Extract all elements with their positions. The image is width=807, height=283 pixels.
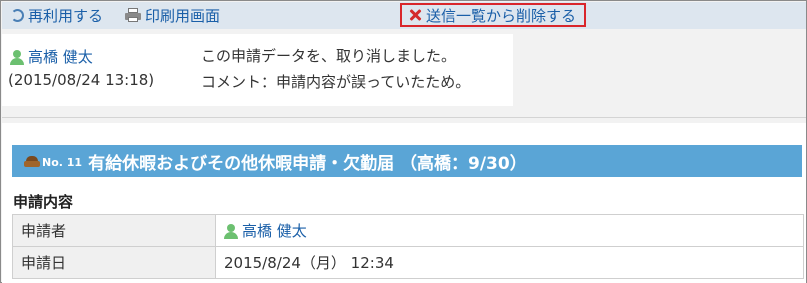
- table-row: 申請者 高橋 健太: [12, 214, 804, 247]
- application-date-value: 2015/8/24（月） 12:34: [215, 246, 804, 279]
- applicant-name: 高橋 健太: [242, 222, 307, 240]
- delete-from-sent-list-button[interactable]: 送信一覧から削除する: [400, 3, 587, 27]
- reuse-label: 再利用する: [28, 6, 104, 25]
- notice-user-name: 高橋 健太: [28, 48, 93, 66]
- applicant-value: 高橋 健太: [215, 214, 804, 247]
- delete-x-icon: [408, 8, 422, 22]
- print-view-button[interactable]: 印刷用画面: [125, 5, 220, 25]
- application-date-label: 申請日: [12, 246, 216, 279]
- refresh-icon: [11, 8, 24, 22]
- request-details-table: 申請者 高橋 健太 申請日 2015/8/24（月） 12:34: [12, 214, 804, 279]
- notice-message: この申請データを、取り消しました。: [201, 47, 457, 65]
- section-heading: 申請内容: [13, 193, 74, 211]
- toolbar: 再利用する 印刷用画面 送信一覧から削除する: [2, 2, 806, 29]
- notice-datetime: (2015/08/24 13:18): [8, 71, 155, 89]
- delete-from-sent-list-label: 送信一覧から削除する: [426, 6, 577, 25]
- request-title: 有給休暇およびその他休暇申請・欠勤届 （高橋：9/30）: [88, 153, 527, 174]
- user-icon: [10, 49, 24, 65]
- request-number: No. 11: [42, 156, 83, 169]
- cancellation-notice: 高橋 健太 (2015/08/24 13:18) この申請データを、取り消しまし…: [2, 34, 513, 106]
- notice-comment: コメント：申請内容が誤っていたため。: [201, 73, 471, 91]
- window-frame: 再利用する 印刷用画面 送信一覧から削除する 高橋 健太 (2015/08/24…: [0, 0, 807, 283]
- printer-icon: [125, 8, 141, 22]
- print-view-label: 印刷用画面: [145, 6, 221, 25]
- table-row: 申請日 2015/8/24（月） 12:34: [12, 246, 804, 279]
- divider: [2, 117, 806, 118]
- notice-user-link[interactable]: 高橋 健太: [10, 46, 93, 67]
- applicant-user-link[interactable]: 高橋 健太: [224, 220, 795, 241]
- request-title-bar: No. 11 有給休暇およびその他休暇申請・欠勤届 （高橋：9/30）: [12, 145, 802, 177]
- request-detail-card: No. 11 有給休暇およびその他休暇申請・欠勤届 （高橋：9/30） 申請内容…: [2, 123, 806, 283]
- user-icon: [224, 223, 238, 239]
- app-icon: [24, 154, 40, 168]
- applicant-label: 申請者: [12, 214, 216, 247]
- reuse-button[interactable]: 再利用する: [11, 5, 103, 25]
